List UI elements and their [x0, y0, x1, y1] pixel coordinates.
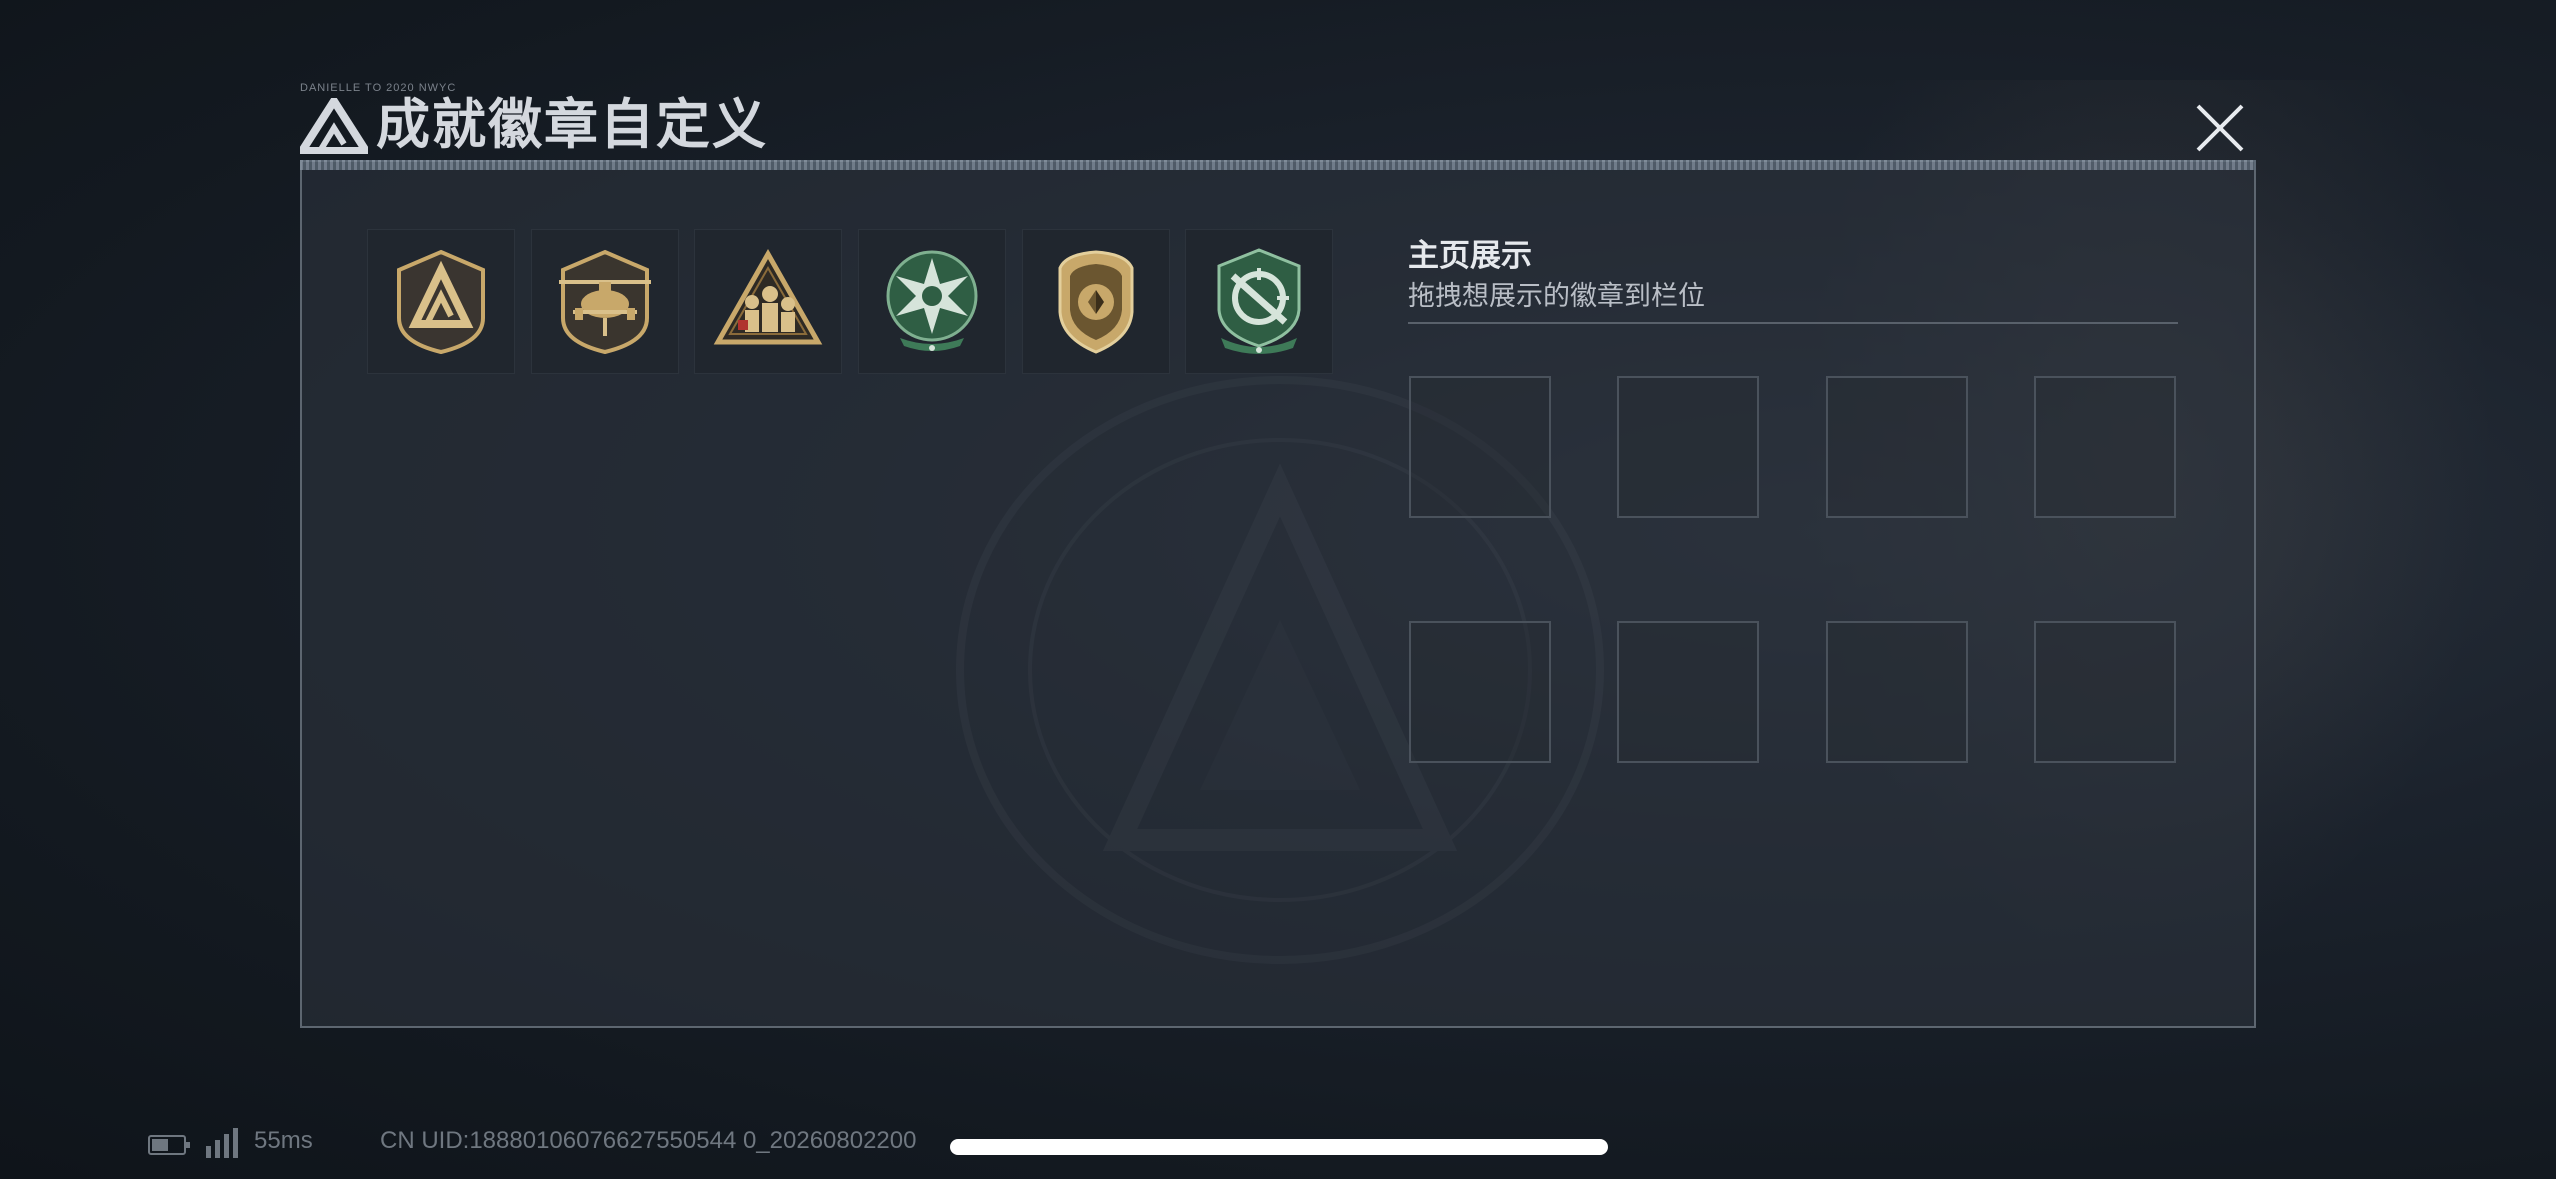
crosshair-badge-icon [1217, 247, 1301, 354]
delta-shield-badge-icon [397, 249, 485, 354]
badge-tile-2[interactable] [531, 229, 679, 374]
showcase-subtitle: 拖拽想展示的徽章到栏位 [1408, 281, 1705, 312]
home-indicator[interactable] [950, 1139, 1608, 1155]
squad-triangle-badge-icon [713, 248, 823, 344]
close-icon [2196, 104, 2244, 152]
battery-icon [148, 1135, 190, 1155]
showcase-slot-5[interactable] [1409, 621, 1551, 763]
badge-tile-4[interactable] [858, 229, 1006, 374]
signal-icon [206, 1128, 238, 1158]
uid-text: CN UID:18880106076627550544 0_2026080220… [380, 1127, 917, 1154]
showcase-slot-3[interactable] [1826, 376, 1968, 518]
green-star-badge-icon [886, 250, 978, 351]
badge-tile-3[interactable] [694, 229, 842, 374]
showcase-slot-1[interactable] [1409, 376, 1551, 518]
showcase-slot-7[interactable] [1826, 621, 1968, 763]
showcase-slot-8[interactable] [2034, 621, 2176, 763]
page-title: 成就徽章自定义 [376, 93, 768, 156]
showcase-title: 主页展示 [1408, 238, 1532, 274]
latency-text: 55ms [254, 1127, 313, 1154]
badge-tile-6[interactable] [1185, 229, 1333, 374]
helicopter-badge-icon [559, 249, 651, 354]
badge-tile-5[interactable] [1022, 229, 1170, 374]
showcase-divider [1408, 322, 2178, 324]
showcase-slot-6[interactable] [1617, 621, 1759, 763]
gold-crest-badge-icon [1058, 249, 1134, 354]
panel-top-accent [300, 160, 2256, 170]
close-button[interactable] [2188, 96, 2252, 160]
showcase-slot-2[interactable] [1617, 376, 1759, 518]
badge-tile-1[interactable] [367, 229, 515, 374]
delta-logo-icon [300, 98, 368, 154]
showcase-slot-4[interactable] [2034, 376, 2176, 518]
